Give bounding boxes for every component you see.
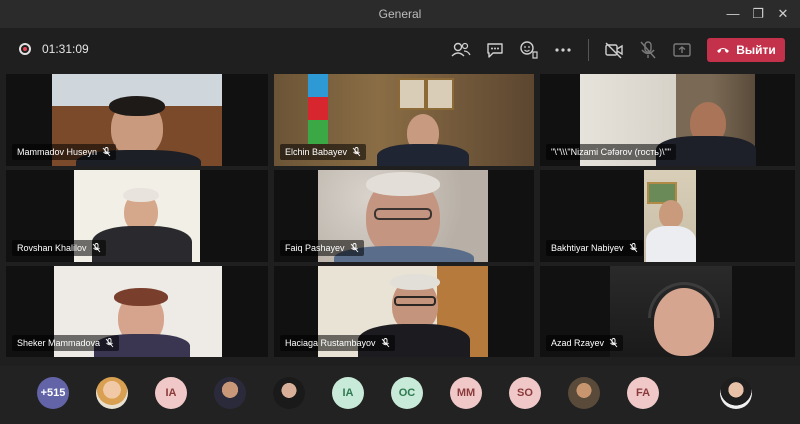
participant-avatar[interactable] [214,377,246,409]
portrait-frame [426,78,454,110]
participant-nameplate: Elchin Babayev [280,144,367,160]
more-options-icon[interactable] [552,39,574,61]
participant-avatar[interactable]: MM [450,377,482,409]
video-tile[interactable]: Rovshan Khalilov [6,170,268,262]
video-tile[interactable]: Mammadov Huseyn [6,74,268,166]
video-tile[interactable]: Sheker Mammadova [6,266,268,357]
muted-mic-icon [629,243,637,253]
glasses [374,208,432,220]
video-tile[interactable]: Elchin Babayev [274,74,534,166]
maximize-icon[interactable]: ❐ [750,6,766,22]
participant-nameplate: Sheker Mammadova [12,335,120,351]
portrait-frame [398,78,426,110]
participant-hair [109,96,165,116]
participant-avatar[interactable]: OC [391,377,423,409]
participant-nameplate: "\"\\\"Nizami Cəfərov (гость)\"" [546,144,676,160]
participant-avatar[interactable]: FA [627,377,659,409]
participant-nameplate: Mammadov Huseyn [12,144,117,160]
hang-up-icon [717,48,730,53]
participant-name: Bakhtiyar Nabiyev [551,243,624,253]
muted-mic-icon [609,338,618,348]
window-title: General [378,7,422,21]
participant-avatar[interactable]: SO [509,377,541,409]
video-tile[interactable]: Azad Rzayev [540,266,795,357]
participant-name: Rovshan Khalilov [17,243,87,253]
participant-name: Faiq Pashayev [285,243,345,253]
participant-hair [123,188,159,202]
video-tile[interactable]: Haciaga Rustambayov [274,266,534,357]
muted-mic-icon [350,243,358,253]
muted-mic-icon [92,243,100,253]
participant-avatar[interactable] [96,377,128,409]
participant-name: Sheker Mammadova [17,338,101,348]
self-avatar[interactable] [720,377,752,409]
chat-icon[interactable] [484,39,506,61]
video-tile[interactable]: Faiq Pashayev [274,170,534,262]
participant-name: Azad Rzayev [551,338,605,348]
minimize-icon[interactable]: — [725,6,741,21]
more-participants-button[interactable]: +515 [37,377,69,409]
participant-body [92,226,192,262]
participant-avatar[interactable]: IA [332,377,364,409]
close-icon[interactable]: ✕ [775,6,791,22]
participant-name: Mammadov Huseyn [17,147,98,157]
participant-body [646,226,696,262]
participant-nameplate: Azad Rzayev [546,335,624,351]
mic-off-icon[interactable] [637,39,659,61]
flag-image [308,74,328,144]
video-tile[interactable]: "\"\\\"Nizami Cəfərov (гость)\"" [540,74,795,166]
participant-name: "\"\\\"Nizami Cəfərov (гость)\"" [551,147,671,157]
title-bar: General — ❐ ✕ [0,0,800,28]
participant-nameplate: Rovshan Khalilov [12,240,106,256]
participants-icon[interactable] [450,39,472,61]
participant-roster: +515 IA IA OC MM SO FA [0,366,800,424]
participant-name: Haciaga Rustambayov [285,338,376,348]
participant-name: Elchin Babayev [285,147,348,157]
video-tile[interactable]: Bakhtiyar Nabiyev [540,170,795,262]
participant-avatar[interactable] [568,377,600,409]
participant-hair [390,274,440,290]
participant-nameplate: Haciaga Rustambayov [280,335,395,351]
meeting-timer: 01:31:09 [42,42,89,56]
muted-mic-icon [102,147,111,157]
muted-mic-icon [105,338,114,348]
leave-label: Выйти [736,43,776,57]
meeting-toolbar: 01:31:09 Выйти [0,28,800,72]
participant-nameplate: Bakhtiyar Nabiyev [546,240,643,256]
recording-icon [19,43,31,55]
muted-mic-icon [352,147,361,157]
participant-hair [114,288,168,306]
participant-hair [366,172,440,196]
participant-nameplate: Faiq Pashayev [280,240,364,256]
participant-avatar[interactable] [273,377,305,409]
participant-face [659,200,683,228]
muted-mic-icon [381,338,389,348]
glasses [394,296,436,306]
reactions-icon[interactable] [518,39,540,61]
participant-body [377,144,469,166]
camera-off-icon[interactable] [603,39,625,61]
participant-avatar[interactable]: IA [155,377,187,409]
leave-button[interactable]: Выйти [707,38,785,62]
toolbar-divider [588,39,589,61]
share-screen-icon[interactable] [671,39,693,61]
